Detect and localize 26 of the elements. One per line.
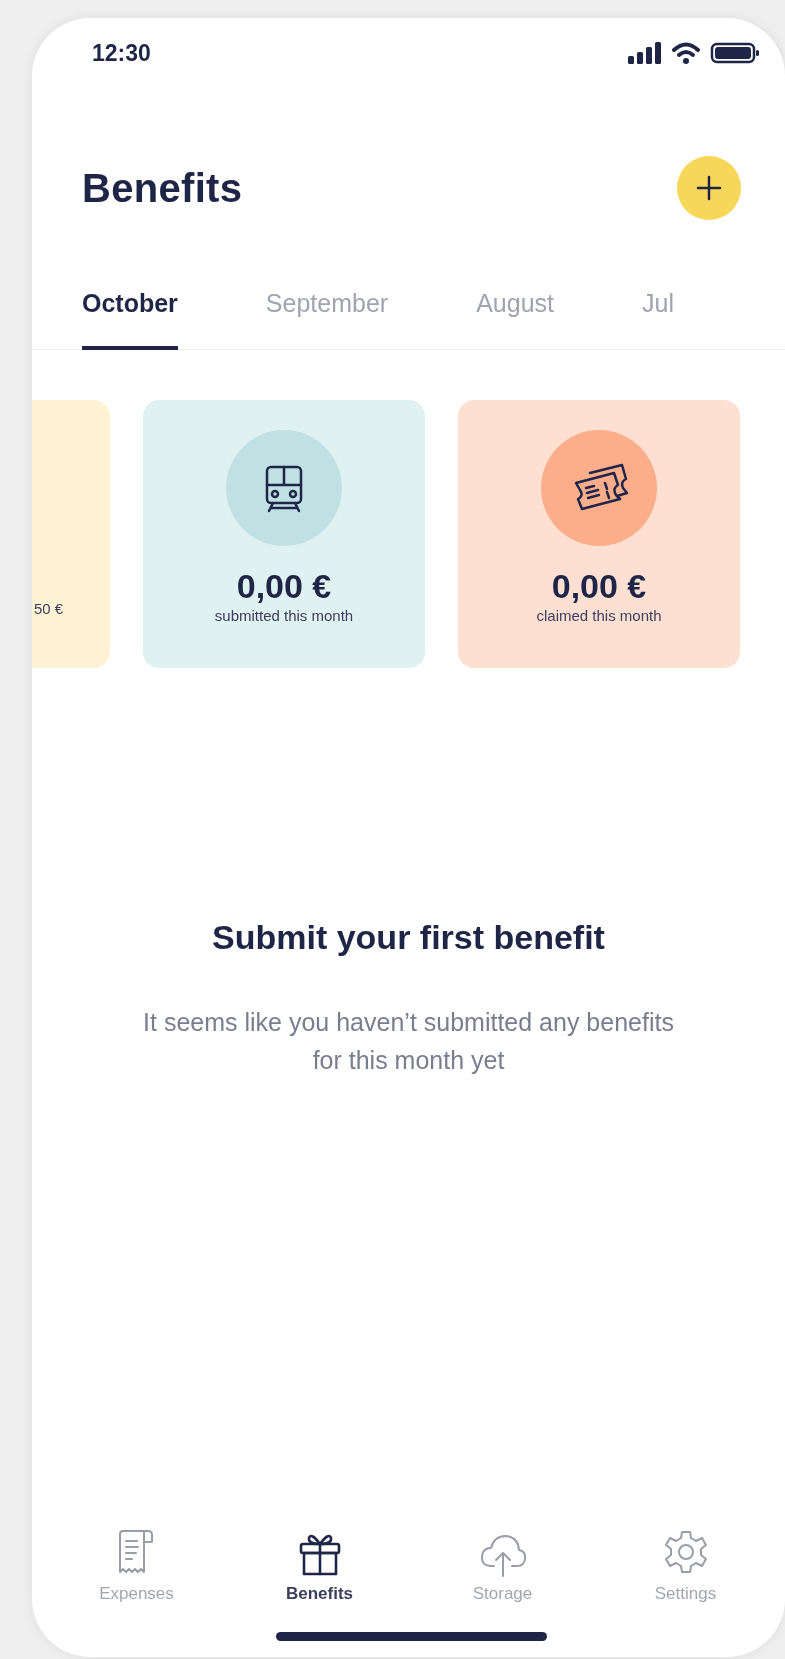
plus-icon (696, 175, 722, 201)
month-tab[interactable]: October (82, 270, 178, 350)
nav-tab[interactable]: Settings (594, 1528, 777, 1604)
month-tab[interactable]: September (265, 270, 389, 350)
card-caption: submitted this month (214, 606, 354, 626)
empty-state-message: It seems like you haven’t submitted any benefits for this month yet (142, 1007, 675, 1076)
wifi-icon (672, 42, 700, 64)
card-caption: 50 € (34, 599, 64, 619)
amount-text: 0,00 € (551, 566, 647, 606)
signal-icon (628, 42, 662, 64)
month-tab[interactable]: August (476, 270, 554, 350)
battery-icon (710, 42, 760, 64)
amount-text: 0,00 € (236, 566, 332, 606)
train-icon (265, 465, 303, 513)
page-title: Benefits (82, 165, 243, 211)
status-time: 12:30 (92, 39, 151, 67)
card-caption: claimed this month (536, 606, 662, 626)
ticket-icon (574, 463, 629, 511)
nav-tab[interactable]: Expenses (45, 1528, 228, 1604)
empty-state-title: Submit your first benefit (211, 917, 606, 958)
benefit-card[interactable]: 0,00 € claimed this month (458, 400, 740, 668)
benefit-card[interactable]: 50 € (32, 400, 110, 668)
nav-tab[interactable]: Benefits (228, 1528, 411, 1604)
month-tab[interactable]: Jul (642, 270, 674, 350)
nav-tab[interactable]: Storage (411, 1528, 594, 1604)
benefit-card[interactable]: 0,00 € submitted this month (143, 400, 425, 668)
